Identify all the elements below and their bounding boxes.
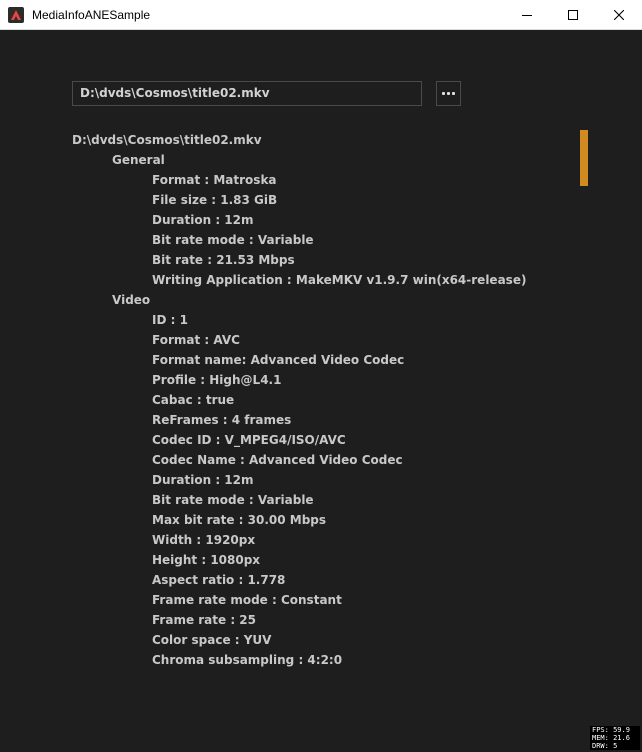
general-section-header: General bbox=[112, 153, 165, 167]
maximize-icon bbox=[568, 10, 578, 20]
info-line: Writing Application : MakeMKV v1.9.7 win… bbox=[152, 273, 527, 287]
info-line: Duration : 12m bbox=[152, 473, 254, 487]
info-line: Format : Matroska bbox=[152, 173, 277, 187]
minimize-icon bbox=[522, 15, 532, 16]
info-line: Frame rate : 25 bbox=[152, 613, 257, 627]
info-line: ID : 1 bbox=[152, 313, 188, 327]
info-line: Bit rate mode : Variable bbox=[152, 493, 314, 507]
info-line: Frame rate mode : Constant bbox=[152, 593, 342, 607]
info-line: Color space : YUV bbox=[152, 633, 272, 647]
info-line: Aspect ratio : 1.778 bbox=[152, 573, 286, 587]
info-line: Height : 1080px bbox=[152, 553, 261, 567]
minimize-button[interactable] bbox=[504, 0, 550, 30]
ellipsis-icon bbox=[441, 92, 456, 95]
title-bar: MediaInfoANESample bbox=[0, 0, 642, 30]
info-line: Codec ID : V_MPEG4/ISO/AVC bbox=[152, 433, 346, 447]
info-line: Format : AVC bbox=[152, 333, 240, 347]
scrollbar-thumb[interactable] bbox=[580, 130, 588, 186]
fps-readout: FPS: 59.9 bbox=[592, 726, 630, 734]
window-title: MediaInfoANESample bbox=[32, 8, 151, 22]
app-logo-icon bbox=[8, 7, 24, 23]
info-line: ReFrames : 4 frames bbox=[152, 413, 292, 427]
drw-readout: DRW: 5 bbox=[592, 742, 618, 750]
info-line: Bit rate : 21.53 Mbps bbox=[152, 253, 295, 267]
info-line: File size : 1.83 GiB bbox=[152, 193, 278, 207]
video-section-header: Video bbox=[112, 293, 151, 307]
main-content: D:\dvds\Cosmos\title02.mkv D:\dvds\Cosmo… bbox=[1, 30, 641, 751]
info-line: Profile : High@L4.1 bbox=[152, 373, 282, 387]
browse-button[interactable] bbox=[436, 81, 461, 106]
file-path-input[interactable]: D:\dvds\Cosmos\title02.mkv bbox=[72, 81, 422, 106]
performance-stats: FPS: 59.9 MEM: 21.6 DRW: 5 bbox=[590, 726, 640, 750]
info-line: Duration : 12m bbox=[152, 213, 254, 227]
mem-readout: MEM: 21.6 bbox=[592, 734, 630, 742]
info-line: Format name: Advanced Video Codec bbox=[152, 353, 405, 367]
close-button[interactable] bbox=[596, 0, 642, 30]
close-icon bbox=[614, 10, 624, 20]
info-line: Cabac : true bbox=[152, 393, 235, 407]
info-line: Bit rate mode : Variable bbox=[152, 233, 314, 247]
info-line: Codec Name : Advanced Video Codec bbox=[152, 453, 403, 467]
info-line: Width : 1920px bbox=[152, 533, 256, 547]
info-line: Max bit rate : 30.00 Mbps bbox=[152, 513, 327, 527]
maximize-button[interactable] bbox=[550, 0, 596, 30]
file-path-heading: D:\dvds\Cosmos\title02.mkv bbox=[72, 133, 262, 147]
info-line: Chroma subsampling : 4:2:0 bbox=[152, 653, 343, 667]
